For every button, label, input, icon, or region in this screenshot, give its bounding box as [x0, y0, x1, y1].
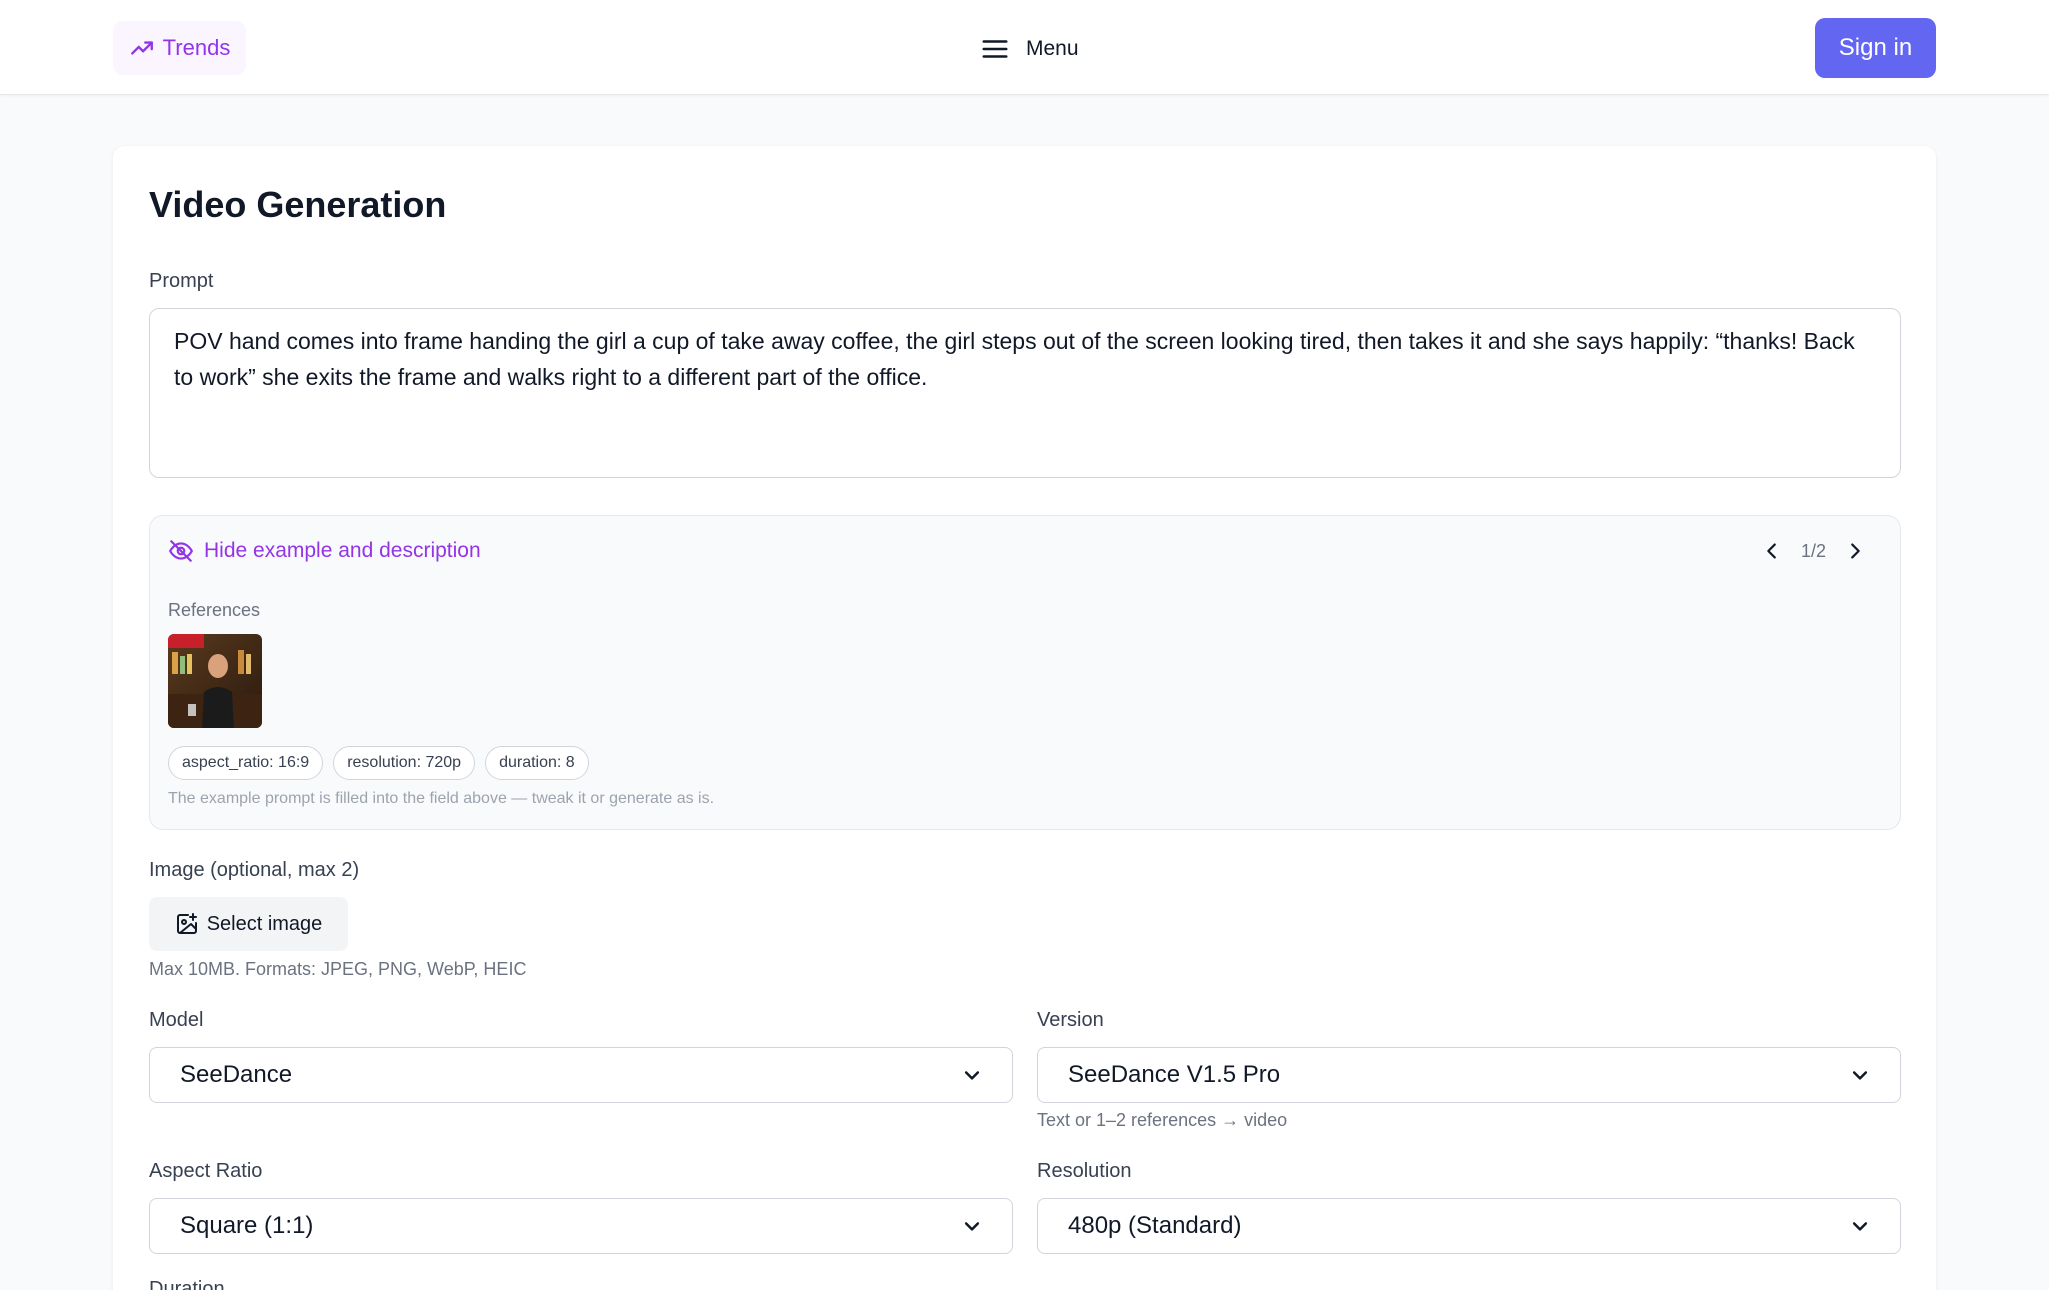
sign-in-button[interactable]: Sign in: [1815, 18, 1936, 78]
menu-label: Menu: [1026, 37, 1079, 60]
top-bar: Trends Menu Sign in: [0, 0, 2049, 95]
resolution-select[interactable]: 480p (Standard): [1037, 1198, 1901, 1254]
trending-up-icon: [130, 41, 153, 55]
version-label: Version: [1037, 1009, 1104, 1031]
chevron-down-icon: [964, 1222, 980, 1231]
example-panel: Hide example and description 1/2 Referen…: [149, 515, 1901, 830]
duration-label: Duration: [149, 1278, 225, 1290]
hamburger-icon: [982, 40, 1008, 58]
chevron-right-icon[interactable]: [1844, 540, 1866, 562]
param-chip-resolution: resolution: 720p: [333, 746, 476, 780]
chevron-left-icon[interactable]: [1761, 540, 1783, 562]
param-chip-aspect-ratio: aspect_ratio: 16:9: [168, 746, 324, 780]
pager-count: 1/2: [1800, 540, 1826, 561]
trends-button[interactable]: Trends: [113, 21, 246, 75]
version-hint: Text or 1–2 references → video: [1037, 1110, 1288, 1130]
example-hint: The example prompt is filled into the fi…: [168, 790, 715, 807]
select-image-button[interactable]: Select image: [149, 897, 348, 951]
aspect-ratio-select-value: Square (1:1): [180, 1212, 314, 1239]
reference-thumbnail[interactable]: [168, 634, 262, 728]
select-image-label: Select image: [206, 912, 323, 935]
version-select[interactable]: SeeDance V1.5 Pro: [1037, 1047, 1901, 1103]
chevron-down-icon: [1852, 1071, 1868, 1080]
menu-button[interactable]: Menu: [980, 28, 1079, 70]
example-pager: 1/2: [1761, 540, 1866, 562]
version-select-value: SeeDance V1.5 Pro: [1068, 1061, 1281, 1088]
image-upload-hint: Max 10MB. Formats: JPEG, PNG, WebP, HEIC: [149, 959, 527, 979]
param-chip-duration: duration: 8: [485, 746, 589, 780]
eye-off-icon: [169, 540, 193, 562]
video-generation-card: Video Generation Prompt POV hand comes i…: [113, 146, 1936, 1290]
model-select[interactable]: SeeDance: [149, 1047, 1013, 1103]
example-params: aspect_ratio: 16:9 resolution: 720p dura…: [168, 746, 589, 780]
page-title: Video Generation: [149, 184, 447, 225]
trends-label: Trends: [162, 35, 231, 60]
image-upload-label: Image (optional, max 2): [149, 859, 360, 881]
chevron-down-icon: [1852, 1222, 1868, 1231]
model-select-value: SeeDance: [180, 1061, 293, 1088]
references-label: References: [168, 600, 261, 620]
hide-example-toggle[interactable]: Hide example and description: [168, 538, 481, 564]
resolution-label: Resolution: [1037, 1160, 1132, 1182]
prompt-textarea[interactable]: POV hand comes into frame handing the gi…: [149, 308, 1901, 478]
image-plus-icon: [176, 913, 197, 934]
chevron-down-icon: [964, 1071, 980, 1080]
reference-image: [168, 634, 262, 728]
aspect-ratio-select[interactable]: Square (1:1): [149, 1198, 1013, 1254]
prompt-label: Prompt: [149, 270, 214, 292]
hide-example-label: Hide example and description: [204, 539, 481, 562]
resolution-select-value: 480p (Standard): [1068, 1212, 1242, 1239]
model-label: Model: [149, 1009, 204, 1031]
aspect-ratio-label: Aspect Ratio: [149, 1160, 263, 1182]
